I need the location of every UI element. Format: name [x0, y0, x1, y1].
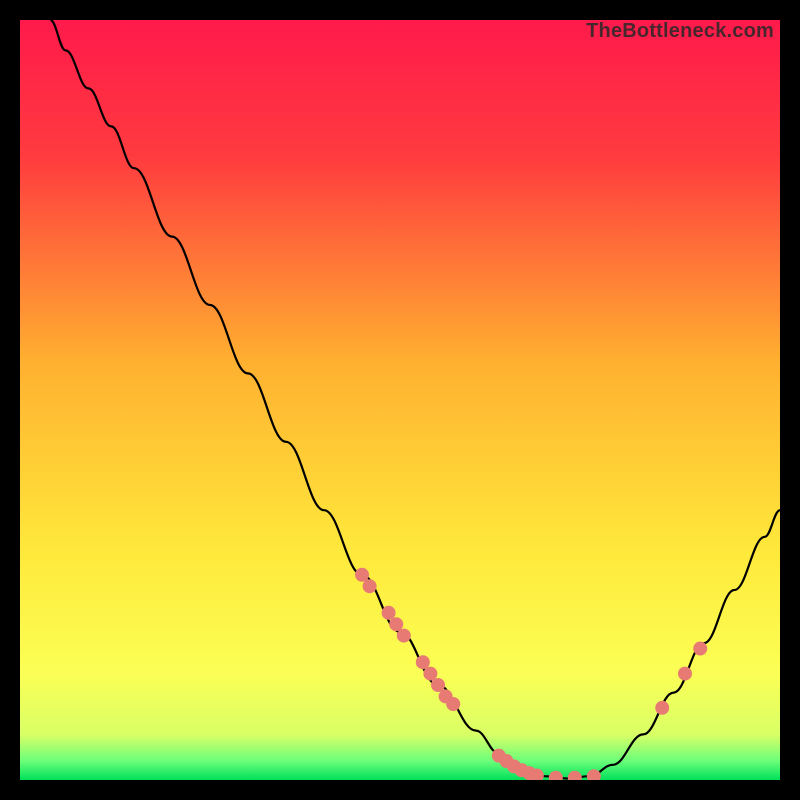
- chart-background: [20, 20, 780, 780]
- data-dot: [397, 629, 411, 643]
- data-dot: [389, 617, 403, 631]
- data-dot: [446, 697, 460, 711]
- watermark-label: TheBottleneck.com: [586, 20, 774, 43]
- data-dot: [363, 579, 377, 593]
- chart-svg: [20, 20, 780, 780]
- data-dot: [678, 667, 692, 681]
- data-dot: [382, 606, 396, 620]
- data-dot: [423, 667, 437, 681]
- data-dot: [693, 642, 707, 656]
- data-dot: [416, 655, 430, 669]
- data-dot: [655, 701, 669, 715]
- data-dot: [355, 568, 369, 582]
- data-dot: [431, 678, 445, 692]
- chart-frame: TheBottleneck.com: [20, 20, 780, 780]
